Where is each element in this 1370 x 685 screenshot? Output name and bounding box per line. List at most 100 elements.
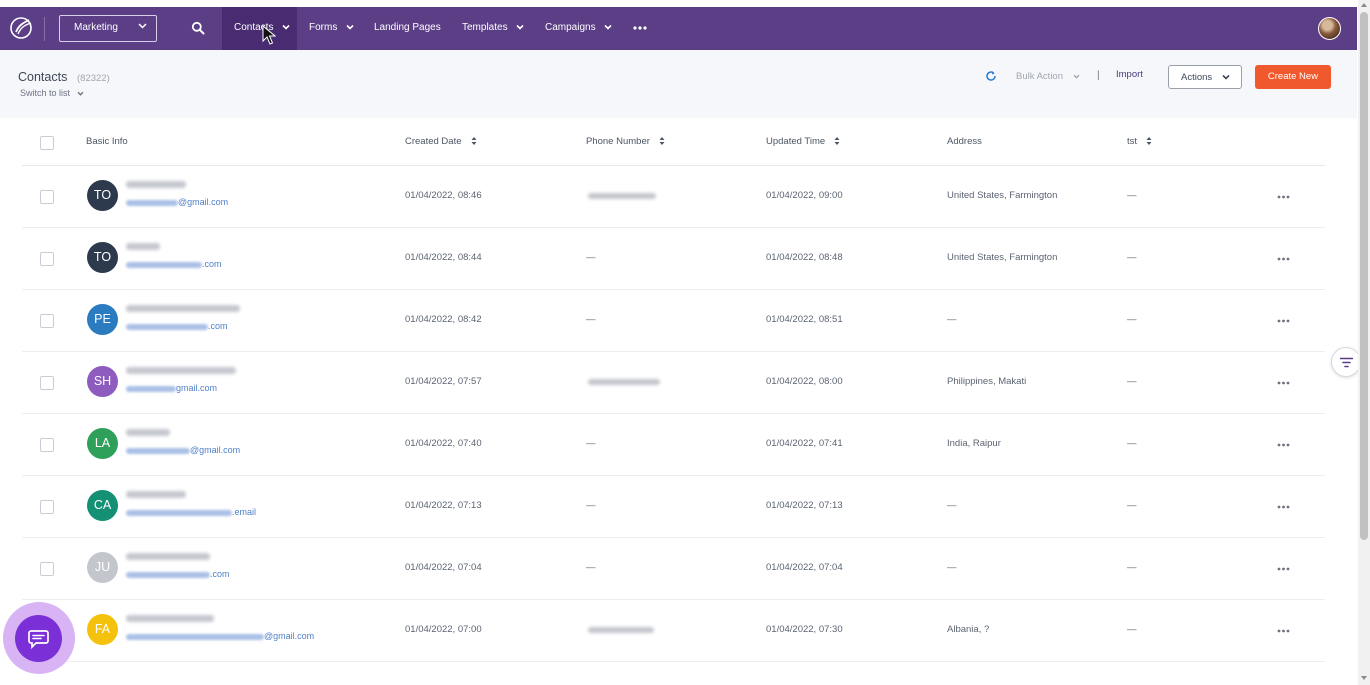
column-label: Updated Time xyxy=(766,136,826,147)
more-horizontal-icon[interactable] xyxy=(1277,257,1290,261)
nav-templates[interactable]: Templates xyxy=(462,7,524,50)
contact-email[interactable]: .email xyxy=(126,507,256,517)
workspace-label: Marketing xyxy=(74,22,118,33)
table-row[interactable]: TO .com 01/04/2022, 08:44 — 01/04/2022, … xyxy=(22,228,1325,290)
sort-icon[interactable] xyxy=(834,136,840,146)
table-row[interactable]: TO @gmail.com 01/04/2022, 08:46 01/04/20… xyxy=(22,166,1325,228)
phone-number-cell: — xyxy=(586,562,596,573)
row-checkbox[interactable] xyxy=(40,190,54,204)
address-cell: — xyxy=(947,562,957,573)
updated-time-cell: 01/04/2022, 07:41 xyxy=(766,438,843,449)
contact-email[interactable]: .com xyxy=(126,569,230,579)
row-checkbox[interactable] xyxy=(40,500,54,514)
scroll-up-arrow-icon[interactable] xyxy=(1361,3,1367,7)
filter-icon xyxy=(1340,357,1353,368)
bulk-action-dropdown[interactable]: Bulk Action xyxy=(1016,71,1080,82)
more-horizontal-icon[interactable] xyxy=(1277,567,1290,571)
table-row[interactable]: PE .com 01/04/2022, 08:42 — 01/04/2022, … xyxy=(22,290,1325,352)
user-avatar[interactable] xyxy=(1318,17,1341,40)
tst-cell: — xyxy=(1127,252,1137,263)
contact-email[interactable]: @gmail.com xyxy=(126,197,228,207)
updated-time-cell: 01/04/2022, 07:30 xyxy=(766,624,843,635)
created-date-cell: 01/04/2022, 07:57 xyxy=(405,376,482,387)
updated-time-cell: 01/04/2022, 08:48 xyxy=(766,252,843,263)
nav-campaigns[interactable]: Campaigns xyxy=(545,7,612,50)
workspace-selector[interactable]: Marketing xyxy=(59,15,157,42)
contact-email[interactable]: @gmail.com xyxy=(126,445,240,455)
select-all-checkbox[interactable] xyxy=(40,136,54,150)
updated-time-cell: 01/04/2022, 09:00 xyxy=(766,190,843,201)
chevron-down-icon xyxy=(604,25,612,30)
contact-email[interactable]: .com xyxy=(126,321,228,331)
sort-icon[interactable] xyxy=(471,136,477,146)
table-row[interactable]: FA @gmail.com 01/04/2022, 07:00 01/04/20… xyxy=(22,600,1325,662)
updated-time-cell: 01/04/2022, 08:00 xyxy=(766,376,843,387)
tst-cell: — xyxy=(1127,376,1137,387)
column-created-date[interactable]: Created Date xyxy=(405,136,477,147)
email-redacted xyxy=(126,199,178,206)
contact-avatar: PE xyxy=(87,304,118,335)
table-row[interactable]: LA @gmail.com 01/04/2022, 07:40 — 01/04/… xyxy=(22,414,1325,476)
page-title: Contacts xyxy=(18,70,68,84)
chevron-down-icon xyxy=(138,23,147,29)
contact-avatar: FA xyxy=(87,614,118,645)
phone-number-redacted xyxy=(588,193,656,199)
nav-contacts[interactable]: Contacts xyxy=(222,7,297,50)
more-horizontal-icon[interactable] xyxy=(1277,505,1290,509)
more-horizontal-icon[interactable] xyxy=(1277,319,1290,323)
sort-icon[interactable] xyxy=(659,136,665,146)
column-tst[interactable]: tst xyxy=(1127,136,1152,147)
scroll-down-arrow-icon[interactable] xyxy=(1361,676,1367,680)
row-checkbox[interactable] xyxy=(40,376,54,390)
sort-icon[interactable] xyxy=(1146,136,1152,146)
chevron-down-icon xyxy=(1073,74,1080,79)
refresh-icon[interactable] xyxy=(985,70,997,82)
table-row[interactable]: SH gmail.com 01/04/2022, 07:57 01/04/202… xyxy=(22,352,1325,414)
updated-time-cell: 01/04/2022, 08:51 xyxy=(766,314,843,325)
row-checkbox[interactable] xyxy=(40,314,54,328)
contact-email[interactable]: @gmail.com xyxy=(126,631,314,641)
email-redacted xyxy=(126,447,190,454)
row-checkbox[interactable] xyxy=(40,252,54,266)
nav-landing-pages[interactable]: Landing Pages xyxy=(374,7,441,50)
chevron-down-icon xyxy=(1222,74,1230,80)
column-updated-time[interactable]: Updated Time xyxy=(766,136,840,147)
more-horizontal-icon[interactable] xyxy=(1277,443,1290,447)
contact-email[interactable]: gmail.com xyxy=(126,383,217,393)
column-address: Address xyxy=(947,136,982,147)
contact-email[interactable]: .com xyxy=(126,259,222,269)
scrollbar-thumb[interactable] xyxy=(1360,12,1368,540)
phone-number-cell: — xyxy=(586,500,596,511)
logo-icon[interactable] xyxy=(8,15,34,41)
more-horizontal-icon[interactable] xyxy=(1277,381,1290,385)
phone-number-redacted xyxy=(588,627,654,633)
tst-cell: — xyxy=(1127,562,1137,573)
search-icon[interactable] xyxy=(191,21,205,35)
switch-to-list-toggle[interactable]: Switch to list xyxy=(20,88,84,98)
contact-avatar: CA xyxy=(87,490,118,521)
created-date-cell: 01/04/2022, 07:40 xyxy=(405,438,482,449)
phone-number-cell: — xyxy=(586,252,596,263)
table-row[interactable]: CA .email 01/04/2022, 07:13 — 01/04/2022… xyxy=(22,476,1325,538)
chat-launcher-button[interactable] xyxy=(15,615,62,662)
phone-number-cell: — xyxy=(586,314,596,325)
nav-forms[interactable]: Forms xyxy=(309,7,354,50)
more-horizontal-icon[interactable] xyxy=(1277,629,1290,633)
topbar-divider xyxy=(44,17,45,41)
page-header: Contacts (82322) Switch to list Bulk Act… xyxy=(0,50,1357,118)
address-cell: — xyxy=(947,314,957,325)
row-checkbox[interactable] xyxy=(40,562,54,576)
more-horizontal-icon[interactable] xyxy=(1277,195,1290,199)
more-horizontal-icon[interactable] xyxy=(633,26,647,30)
import-link[interactable]: Import xyxy=(1116,69,1143,80)
vertical-scrollbar[interactable] xyxy=(1358,0,1370,685)
row-checkbox[interactable] xyxy=(40,438,54,452)
contact-name-redacted xyxy=(126,367,236,374)
create-new-button[interactable]: Create New xyxy=(1255,65,1331,89)
actions-button[interactable]: Actions xyxy=(1168,65,1242,89)
chevron-down-icon xyxy=(346,25,354,30)
filter-button[interactable] xyxy=(1331,347,1361,377)
column-phone-number[interactable]: Phone Number xyxy=(586,136,665,147)
table-row[interactable]: JU .com 01/04/2022, 07:04 — 01/04/2022, … xyxy=(22,538,1325,600)
switch-to-list-label: Switch to list xyxy=(20,88,71,98)
